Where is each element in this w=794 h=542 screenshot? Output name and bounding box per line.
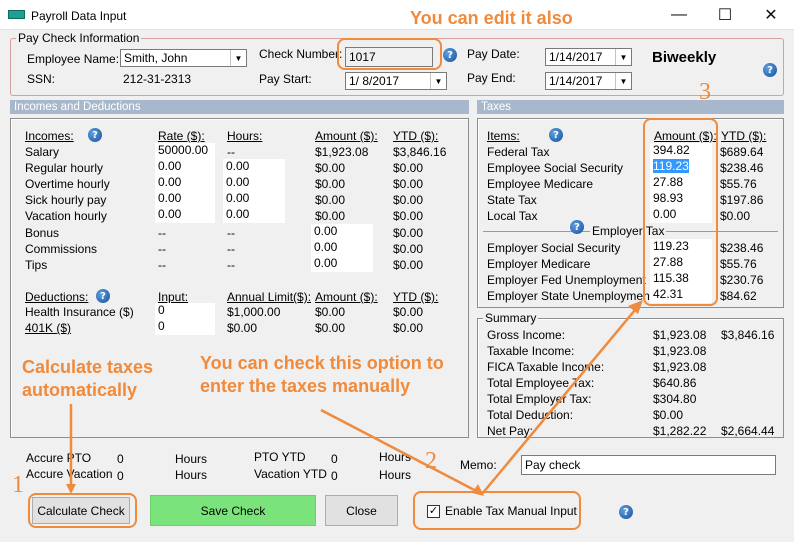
step-number-2: 2 <box>425 448 437 474</box>
calc-annotation: Calculate taxes automatically <box>22 357 154 400</box>
calculate-highlight <box>28 493 137 528</box>
manual-tax-highlight <box>413 491 581 530</box>
step-number-3: 3 <box>699 79 711 105</box>
taxes-arrow-head <box>628 300 643 314</box>
manual-annotation: You can check this option to enter the t… <box>200 353 444 396</box>
check-number-highlight <box>337 38 442 70</box>
tax-amount-highlight <box>643 118 718 306</box>
edit-annotation: You can edit it also <box>410 8 573 28</box>
manual-arrow-to-taxes <box>481 303 641 495</box>
step-number-1: 1 <box>12 472 24 498</box>
manual-arrow-line <box>320 408 483 496</box>
